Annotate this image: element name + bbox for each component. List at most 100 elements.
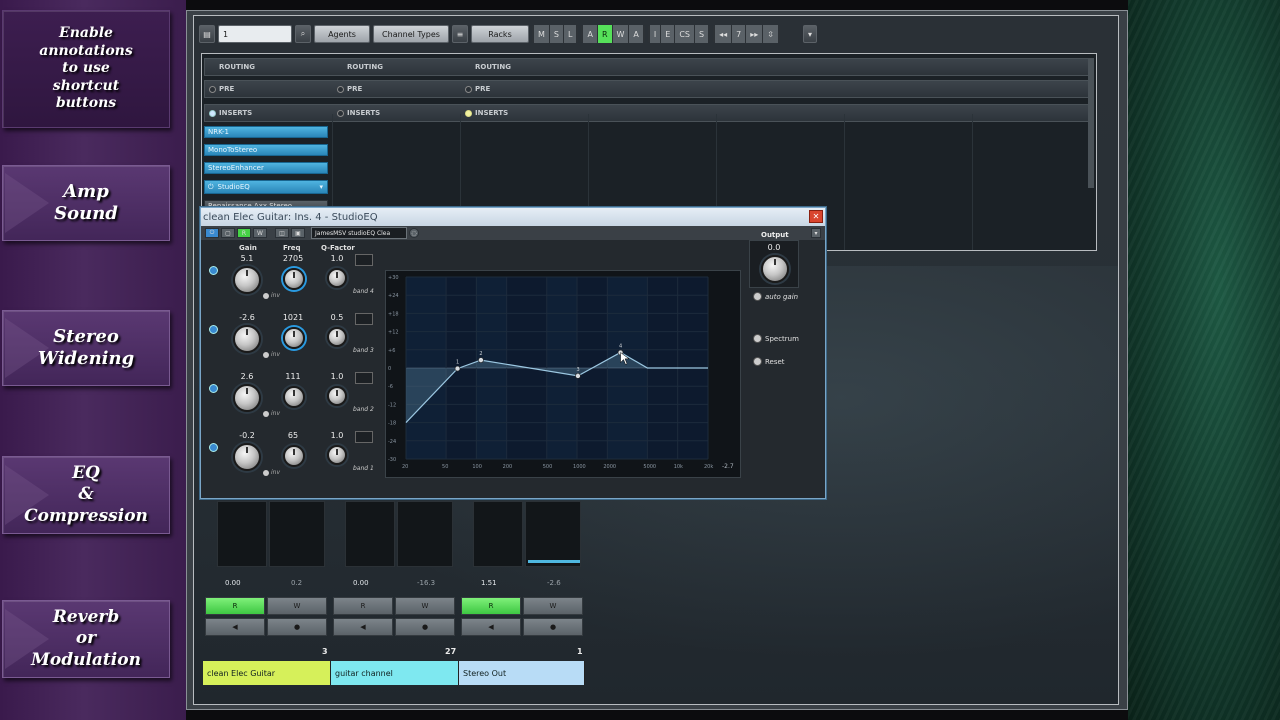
reverb-modulation-button[interactable]: Reverb or Modulation: [2, 600, 170, 678]
insert-slot-3[interactable]: StereoEnhancer: [204, 162, 328, 174]
band-1-power-icon[interactable]: [209, 443, 218, 452]
preset-selector[interactable]: JamesMSV studioEQ Clea: [311, 227, 407, 239]
filter-shape-icon[interactable]: [355, 431, 373, 443]
auto-gain-toggle[interactable]: auto gain: [753, 292, 798, 301]
gain-knob[interactable]: [233, 266, 261, 294]
output-knob[interactable]: [761, 255, 789, 283]
pre-2[interactable]: PRE: [337, 85, 362, 93]
inserts-1[interactable]: INSERTS: [209, 109, 252, 117]
collapse-icon[interactable]: ▾: [811, 228, 821, 238]
inserts-2[interactable]: INSERTS: [337, 109, 380, 117]
bypass-e-button[interactable]: E: [661, 25, 675, 43]
solo-button[interactable]: S: [549, 25, 563, 43]
close-icon[interactable]: ✕: [809, 210, 823, 223]
search-icon[interactable]: ⌕: [295, 25, 311, 43]
vertical-scrollbar[interactable]: [1088, 58, 1094, 188]
filter-shape-icon[interactable]: [355, 372, 373, 384]
eq-compression-button[interactable]: EQ & Compression: [2, 456, 170, 534]
inv-toggle[interactable]: inv: [263, 351, 280, 358]
monitor-icon[interactable]: ◀: [333, 618, 393, 636]
inserts-3[interactable]: INSERTS: [465, 109, 508, 117]
channel-name[interactable]: guitar channel: [331, 661, 459, 685]
insert-slot-4[interactable]: ⏻ StudioEQ ▾: [204, 180, 328, 194]
record-icon[interactable]: ●: [267, 618, 327, 636]
gain-knob[interactable]: [233, 325, 261, 353]
eq-title-bar[interactable]: clean Elec Guitar: Ins. 4 - StudioEQ ✕: [201, 208, 825, 226]
gain-knob[interactable]: [233, 443, 261, 471]
read-button[interactable]: R: [333, 597, 393, 615]
reset-button[interactable]: Reset: [753, 357, 785, 366]
compare-icon[interactable]: ◫: [275, 228, 289, 238]
channel-field[interactable]: 1: [218, 25, 292, 43]
band-3-power-icon[interactable]: [209, 325, 218, 334]
insert-slot-1[interactable]: NRK-1: [204, 126, 328, 138]
write-button[interactable]: W: [395, 597, 455, 615]
automation-a2-button[interactable]: A: [629, 25, 643, 43]
bypass-cs-button[interactable]: CS: [675, 25, 694, 43]
write-button[interactable]: W: [267, 597, 327, 615]
read-button[interactable]: R: [461, 597, 521, 615]
inv-toggle[interactable]: inv: [263, 410, 280, 417]
window-layout-icon[interactable]: ▤: [199, 25, 215, 43]
spectrum-toggle[interactable]: Spectrum: [753, 334, 799, 343]
gain-knob[interactable]: [233, 384, 261, 412]
q-knob[interactable]: [327, 268, 347, 288]
read-button[interactable]: R: [205, 597, 265, 615]
inv-toggle[interactable]: inv: [263, 469, 280, 476]
enable-annotations-button[interactable]: Enable annotations to use shortcut butto…: [2, 10, 170, 128]
q-knob[interactable]: [327, 327, 347, 347]
band-4-power-icon[interactable]: [209, 266, 218, 275]
bypass-icon[interactable]: ▢: [221, 228, 235, 238]
agents-dropdown[interactable]: Agents: [314, 25, 370, 43]
eq-title: clean Elec Guitar: Ins. 4 - StudioEQ: [203, 211, 378, 223]
eq-curve-svg[interactable]: +30 +24 +18 +12 +6 0 -6 -12 -18 -24 -30 20 50 100 200 5…: [386, 271, 742, 479]
power-icon[interactable]: ⏻: [205, 228, 219, 238]
amp-sound-button[interactable]: Amp Sound: [2, 165, 170, 241]
pre-3[interactable]: PRE: [465, 85, 490, 93]
record-icon[interactable]: ●: [395, 618, 455, 636]
insert-slot-2[interactable]: MonoToStereo: [204, 144, 328, 156]
pre-1[interactable]: PRE: [209, 85, 234, 93]
filter-shape-icon[interactable]: [355, 313, 373, 325]
freq-knob[interactable]: [283, 327, 305, 349]
dropdown-arrow-icon[interactable]: ▾: [802, 25, 817, 43]
stereo-widening-button[interactable]: Stereo Widening: [2, 310, 170, 386]
automation-a-button[interactable]: A: [583, 25, 597, 43]
racks-menu-icon[interactable]: ≡: [452, 25, 468, 43]
bypass-s-button[interactable]: S: [695, 25, 709, 43]
write-automation-icon[interactable]: W: [253, 228, 267, 238]
read-automation-icon[interactable]: R: [237, 228, 251, 238]
eq-curve-display[interactable]: +30 +24 +18 +12 +6 0 -6 -12 -18 -24 -30 20 50 100 200 5…: [385, 270, 741, 478]
freq-knob[interactable]: [283, 268, 305, 290]
listen-button[interactable]: L: [563, 25, 577, 43]
mute-button[interactable]: M: [534, 25, 549, 43]
band-2-power-icon[interactable]: [209, 384, 218, 393]
filter-shape-icon[interactable]: [355, 254, 373, 266]
fader-value[interactable]: 1.51: [481, 579, 497, 587]
monitor-icon[interactable]: ◀: [205, 618, 265, 636]
y-tick-label: -6: [388, 384, 393, 390]
nav-number[interactable]: 7: [732, 25, 746, 43]
read-button[interactable]: R: [597, 25, 612, 43]
fader-value[interactable]: 0.00: [225, 579, 241, 587]
write-button[interactable]: W: [612, 25, 629, 43]
bypass-i-button[interactable]: I: [649, 25, 661, 43]
channel-types-button[interactable]: Channel Types: [373, 25, 449, 43]
q-knob[interactable]: [327, 445, 347, 465]
fader-value[interactable]: 0.00: [353, 579, 369, 587]
zoom-icon[interactable]: ⇳: [763, 25, 778, 43]
q-knob[interactable]: [327, 386, 347, 406]
inv-toggle[interactable]: inv: [263, 292, 280, 299]
freq-knob[interactable]: [283, 386, 305, 408]
freq-knob[interactable]: [283, 445, 305, 467]
monitor-icon[interactable]: ◀: [461, 618, 521, 636]
racks-dropdown[interactable]: Racks: [471, 25, 529, 43]
first-icon[interactable]: ◂◂: [715, 25, 732, 43]
preset-menu-icon[interactable]: ◌: [409, 228, 419, 238]
record-icon[interactable]: ●: [523, 618, 583, 636]
write-button[interactable]: W: [523, 597, 583, 615]
settings-icon[interactable]: ▣: [291, 228, 305, 238]
next-icon[interactable]: ▸▸: [746, 25, 763, 43]
channel-name[interactable]: clean Elec Guitar: [203, 661, 331, 685]
channel-name[interactable]: Stereo Out: [459, 661, 585, 685]
